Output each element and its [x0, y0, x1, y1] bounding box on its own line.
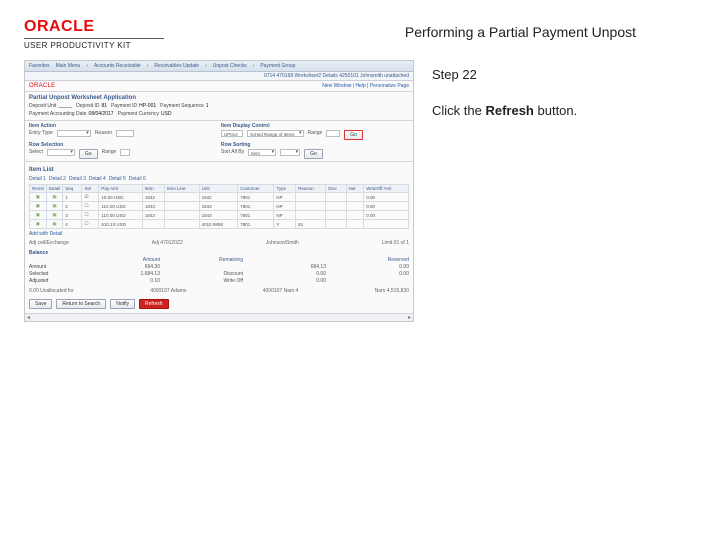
- instruction-text: Click the Refresh button.: [432, 100, 696, 122]
- crumb[interactable]: Payment Group: [260, 63, 295, 69]
- display-control-title: Item Display Control: [221, 123, 409, 129]
- add-detail-link[interactable]: Add with Detail: [29, 231, 62, 237]
- table-row: ▣▣2☐110.00 USD184318437801NP0.00: [30, 202, 409, 211]
- crumb[interactable]: Favorites: [29, 63, 50, 69]
- top-links[interactable]: New Window | Help | Personalize Page: [322, 83, 409, 89]
- page-title: Partial Unpost Worksheet Application: [25, 92, 413, 102]
- balance-grid: Amount Remaining Reserved Amount 694.30 …: [25, 257, 413, 287]
- entry-type-select[interactable]: [57, 130, 91, 137]
- upk-label: USER PRODUCTIVITY KIT: [24, 38, 164, 50]
- return-button[interactable]: Return to Search: [56, 299, 106, 309]
- tab[interactable]: Detail 4: [89, 176, 106, 182]
- row-selection-title: Row Selection: [29, 142, 217, 148]
- doc-title: Performing a Partial Payment Unpost: [164, 18, 696, 40]
- go-sort-button[interactable]: Go: [304, 149, 323, 159]
- balance-title: Balance: [25, 247, 413, 257]
- item-list-title: Item List: [25, 164, 413, 174]
- scroll-right-icon[interactable]: ▸: [408, 314, 411, 321]
- step-label: Step 22: [432, 64, 696, 86]
- notify-button[interactable]: Notify: [110, 299, 135, 309]
- refresh-word: Refresh: [485, 103, 533, 118]
- item-list-tabs: Detail 1 Detail 2 Detail 3 Detail 4 Deta…: [25, 174, 413, 184]
- refresh-button[interactable]: Refresh: [139, 299, 169, 309]
- go-sel-button[interactable]: Go: [79, 149, 98, 159]
- crumb[interactable]: Main Menu: [56, 63, 81, 69]
- breadcrumb: Favorites Main Menu› Accounts Receivable…: [25, 61, 413, 72]
- scroll-left-icon[interactable]: ◂: [27, 314, 30, 321]
- crumb[interactable]: Receivables Update: [154, 63, 199, 69]
- range2-input[interactable]: [120, 149, 130, 156]
- sortby-select[interactable]: Item: [248, 149, 276, 156]
- table-row: ▣▣1☑10.00 USD184218427801NP0.00: [30, 193, 409, 202]
- choice-input[interactable]: UP014: [221, 130, 243, 137]
- range-input[interactable]: [326, 130, 340, 137]
- table-row: ▣▣4☐510.13 USD4015 98587801Y81: [30, 220, 409, 229]
- tab[interactable]: Detail 1: [29, 176, 46, 182]
- mini-oracle-logo: ORACLE: [29, 83, 55, 89]
- screenshot-column: Favorites Main Menu› Accounts Receivable…: [24, 60, 414, 322]
- item-table: Remit Detail Seq Sel Pay Amt Item Item L…: [29, 184, 409, 229]
- h-scrollbar[interactable]: ◂ ▸: [25, 313, 413, 321]
- save-button[interactable]: Save: [29, 299, 52, 309]
- app-screenshot: Favorites Main Menu› Accounts Receivable…: [24, 60, 414, 322]
- table-row: ▣▣3☐110.00 USD184318437801NP0.00: [30, 211, 409, 220]
- select-dd[interactable]: [47, 149, 75, 156]
- crumb[interactable]: Unpost Checks: [213, 63, 247, 69]
- tab[interactable]: Detail 6: [129, 176, 146, 182]
- row-sorting-title: Row Sorting: [221, 142, 409, 148]
- doc-header: ORACLE USER PRODUCTIVITY KIT Performing …: [0, 0, 720, 60]
- tab[interactable]: Detail 3: [69, 176, 86, 182]
- go-button[interactable]: Go: [344, 130, 363, 140]
- sortby2-select[interactable]: [280, 149, 300, 156]
- tab[interactable]: Detail 2: [49, 176, 66, 182]
- brand-block: ORACLE USER PRODUCTIVITY KIT: [24, 18, 164, 50]
- tab[interactable]: Detail 5: [109, 176, 126, 182]
- item-action-title: Item Action: [29, 123, 217, 129]
- choice2-select[interactable]: Sched Range of Items: [247, 130, 304, 137]
- oracle-logo: ORACLE: [24, 18, 164, 36]
- sub-bar: 0714 470168 Worksheet2 Details 4250101 J…: [25, 72, 413, 81]
- reason-input[interactable]: [116, 130, 134, 137]
- crumb[interactable]: Accounts Receivable: [94, 63, 141, 69]
- instruction-column: Step 22 Click the Refresh button.: [432, 60, 696, 322]
